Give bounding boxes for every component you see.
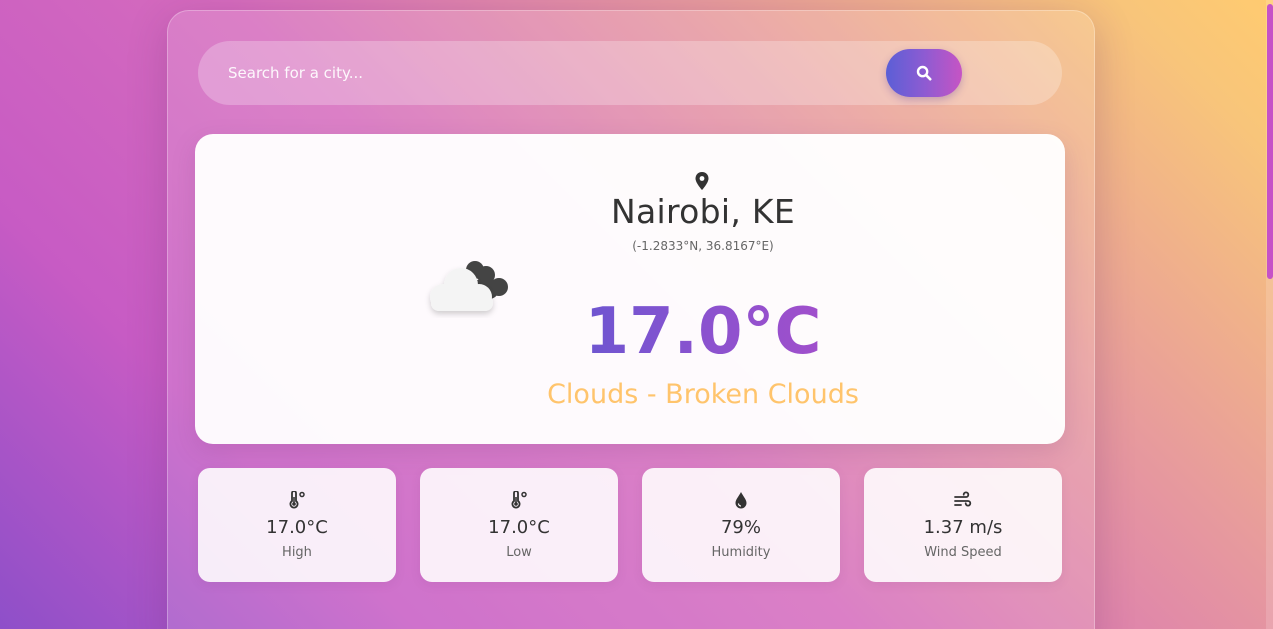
stat-card-low: 17.0°C Low [420, 468, 618, 582]
broken-clouds-icon [430, 261, 508, 311]
stat-value: 17.0°C [266, 517, 328, 538]
search-button[interactable] [886, 49, 962, 97]
thermometer-icon [289, 491, 305, 509]
stat-card-high: 17.0°C High [198, 468, 396, 582]
thermometer-icon [511, 491, 527, 509]
stat-value: 79% [720, 517, 761, 538]
stat-value: 1.37 m/s [923, 517, 1003, 538]
weather-app-panel: Nairobi, KE (-1.2833°N, 36.8167°E) 17.0°… [167, 10, 1095, 629]
stat-card-humidity: 79% Humidity [642, 468, 840, 582]
search-bar [198, 41, 1062, 105]
current-weather-card: Nairobi, KE (-1.2833°N, 36.8167°E) 17.0°… [195, 134, 1065, 444]
city-coordinates: (-1.2833°N, 36.8167°E) [632, 239, 774, 253]
map-pin-icon [695, 172, 709, 190]
water-drop-icon [735, 492, 747, 509]
stat-label: High [282, 545, 312, 560]
current-temperature: 17.0°C [503, 294, 903, 370]
weather-description: Clouds - Broken Clouds [547, 379, 859, 410]
stat-card-wind-speed: 1.37 m/s Wind Speed [864, 468, 1062, 582]
stat-label: Humidity [711, 545, 771, 560]
page-scrollbar[interactable] [1266, 0, 1273, 629]
stat-value: 17.0°C [488, 517, 550, 538]
city-search-input[interactable] [198, 41, 878, 105]
wind-icon [954, 491, 972, 507]
stat-label: Low [506, 545, 532, 560]
stat-label: Wind Speed [924, 545, 1002, 560]
page-scrollbar-thumb[interactable] [1267, 4, 1273, 279]
search-icon [916, 65, 932, 81]
city-name: Nairobi, KE [611, 192, 795, 231]
